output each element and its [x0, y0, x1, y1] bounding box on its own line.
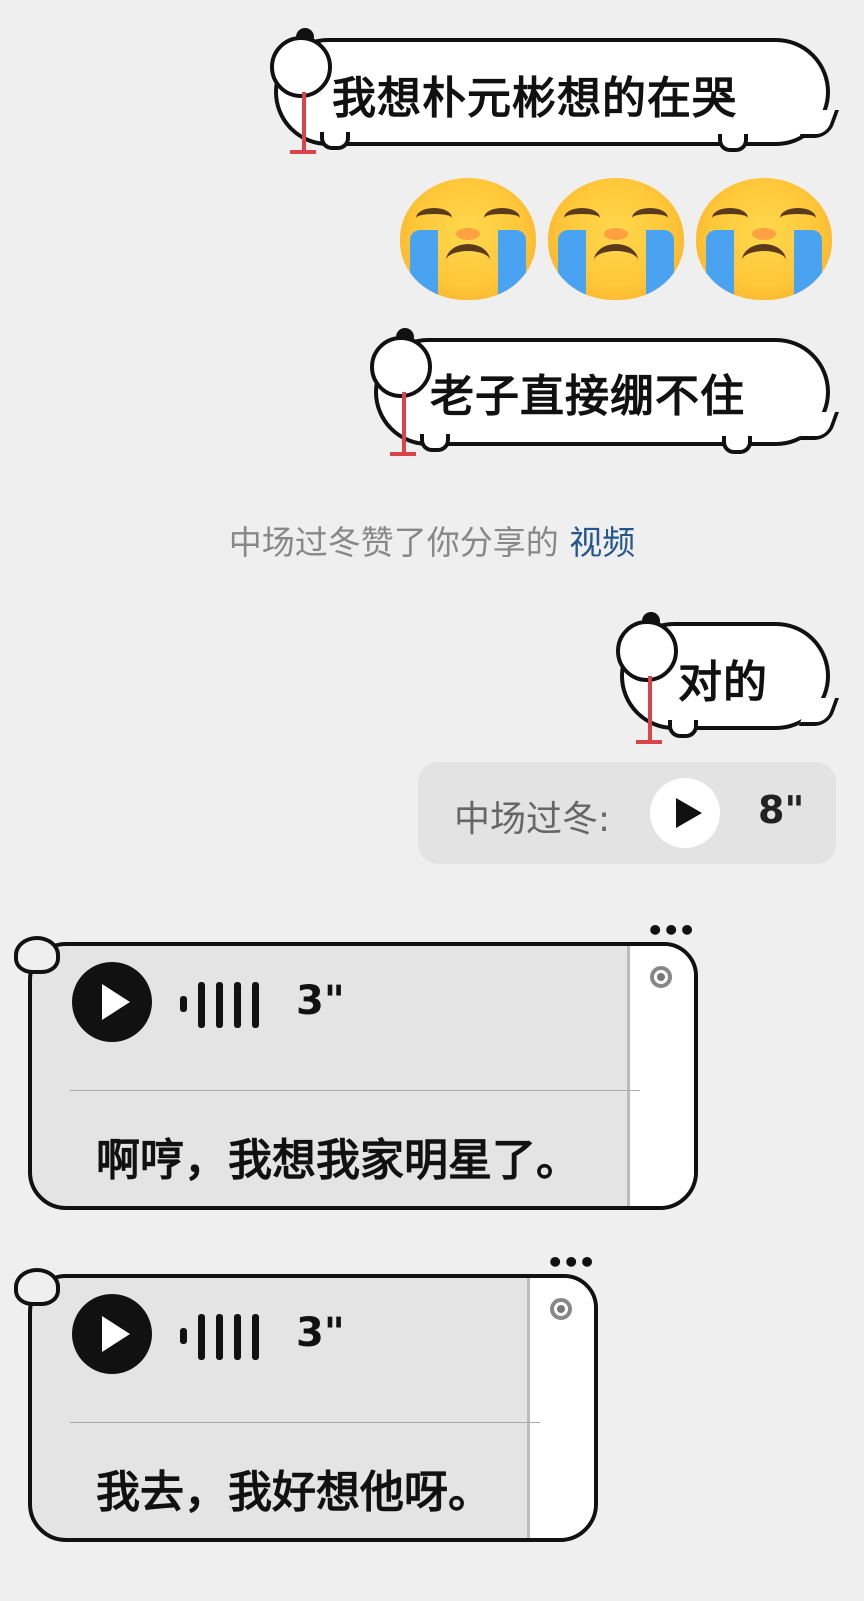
- voice-message-1[interactable]: ••• 3" 啊哼，我想我家明星了。: [14, 914, 698, 1210]
- eye-icon: [550, 1298, 572, 1320]
- play-icon[interactable]: [72, 962, 152, 1042]
- waveform-icon: [180, 1308, 264, 1364]
- more-icon[interactable]: •••: [546, 1246, 596, 1279]
- quote-sender-name: 中场过冬:: [454, 799, 611, 840]
- tear-puddle-icon: [290, 150, 316, 154]
- tear-stream-icon: [402, 392, 406, 454]
- play-icon[interactable]: [650, 778, 720, 848]
- tear-puddle-icon: [636, 740, 662, 744]
- more-icon[interactable]: •••: [646, 914, 696, 947]
- crying-face-icon: [548, 178, 684, 300]
- panda-face-icon: [616, 620, 678, 682]
- voice-duration: 3": [296, 978, 345, 1024]
- emoji-message[interactable]: [400, 178, 836, 308]
- quote-duration: 8": [758, 788, 805, 832]
- sticker-message-1[interactable]: 我想朴元彬想的在哭: [266, 28, 840, 158]
- voice-message-2[interactable]: ••• 3" 我去，我好想他呀。: [14, 1246, 598, 1542]
- notice-text: 中场过冬赞了你分享的: [228, 523, 559, 562]
- voice-transcript: 啊哼，我想我家明星了。: [96, 1135, 580, 1186]
- sticker-text: 老子直接绷不住: [430, 371, 745, 422]
- like-notice: 中场过冬赞了你分享的 视频: [0, 516, 864, 564]
- sticker-text: 对的: [678, 657, 768, 708]
- panda-feet-icon: [420, 434, 450, 452]
- voice-duration: 3": [296, 1310, 345, 1356]
- panda-feet-icon: [668, 720, 698, 738]
- crying-face-icon: [696, 178, 832, 300]
- play-icon[interactable]: [72, 1294, 152, 1374]
- tear-puddle-icon: [390, 452, 416, 456]
- paw-icon: [14, 936, 60, 974]
- panda-face-icon: [370, 336, 432, 398]
- sticker-text: 我想朴元彬想的在哭: [332, 73, 737, 124]
- waveform-icon: [180, 976, 264, 1032]
- notice-video-link[interactable]: 视频: [569, 523, 635, 562]
- panda-feet-icon: [722, 436, 752, 454]
- quoted-voice-message[interactable]: 中场过冬: 8": [418, 762, 836, 864]
- sticker-message-3[interactable]: 对的: [612, 612, 840, 746]
- divider: [70, 1422, 540, 1423]
- eye-icon: [650, 966, 672, 988]
- panda-face-icon: [270, 36, 332, 98]
- voice-transcript: 我去，我好想他呀。: [96, 1467, 492, 1518]
- crying-face-icon: [400, 178, 536, 300]
- sticker-message-2[interactable]: 老子直接绷不住: [366, 328, 840, 460]
- divider: [70, 1090, 640, 1091]
- panda-feet-icon: [320, 132, 350, 150]
- panda-feet-icon: [718, 134, 748, 152]
- paw-icon: [14, 1268, 60, 1306]
- tear-stream-icon: [302, 92, 306, 152]
- tear-stream-icon: [648, 676, 652, 742]
